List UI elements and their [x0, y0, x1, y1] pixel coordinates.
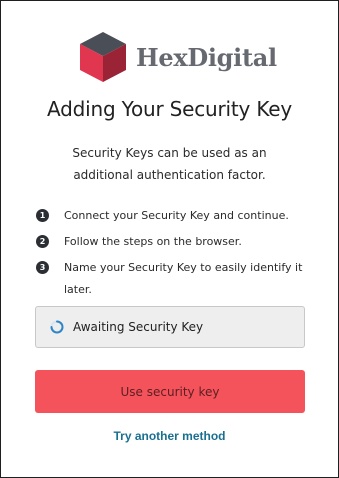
- loading-spinner-icon: [50, 320, 64, 334]
- security-key-panel: HexDigital Adding Your Security Key Secu…: [0, 0, 339, 478]
- step-item: 3 Name your Security Key to easily ident…: [36, 257, 308, 301]
- step-text: Connect your Security Key and continue.: [64, 209, 289, 222]
- try-another-method-link[interactable]: Try another method: [1, 429, 338, 443]
- step-item: 1 Connect your Security Key and continue…: [36, 205, 308, 227]
- step-item: 2 Follow the steps on the browser.: [36, 231, 308, 253]
- brand-name: HexDigital: [136, 42, 277, 72]
- step-text: Follow the steps on the browser.: [64, 235, 242, 248]
- steps-list: 1 Connect your Security Key and continue…: [36, 205, 308, 305]
- page-title: Adding Your Security Key: [46, 97, 292, 121]
- awaiting-status-box: Awaiting Security Key: [35, 306, 305, 348]
- step-number-badge: 2: [36, 235, 49, 248]
- step-number-badge: 3: [36, 261, 49, 274]
- brand-logo: HexDigital: [80, 29, 277, 85]
- page-subtitle: Security Keys can be used as an addition…: [72, 146, 267, 182]
- hexagon-cube-logo-icon: [80, 32, 126, 82]
- use-security-key-button[interactable]: Use security key: [35, 370, 305, 413]
- status-text: Awaiting Security Key: [73, 320, 204, 334]
- step-number-badge: 1: [36, 209, 49, 222]
- step-text: Name your Security Key to easily identif…: [64, 261, 303, 296]
